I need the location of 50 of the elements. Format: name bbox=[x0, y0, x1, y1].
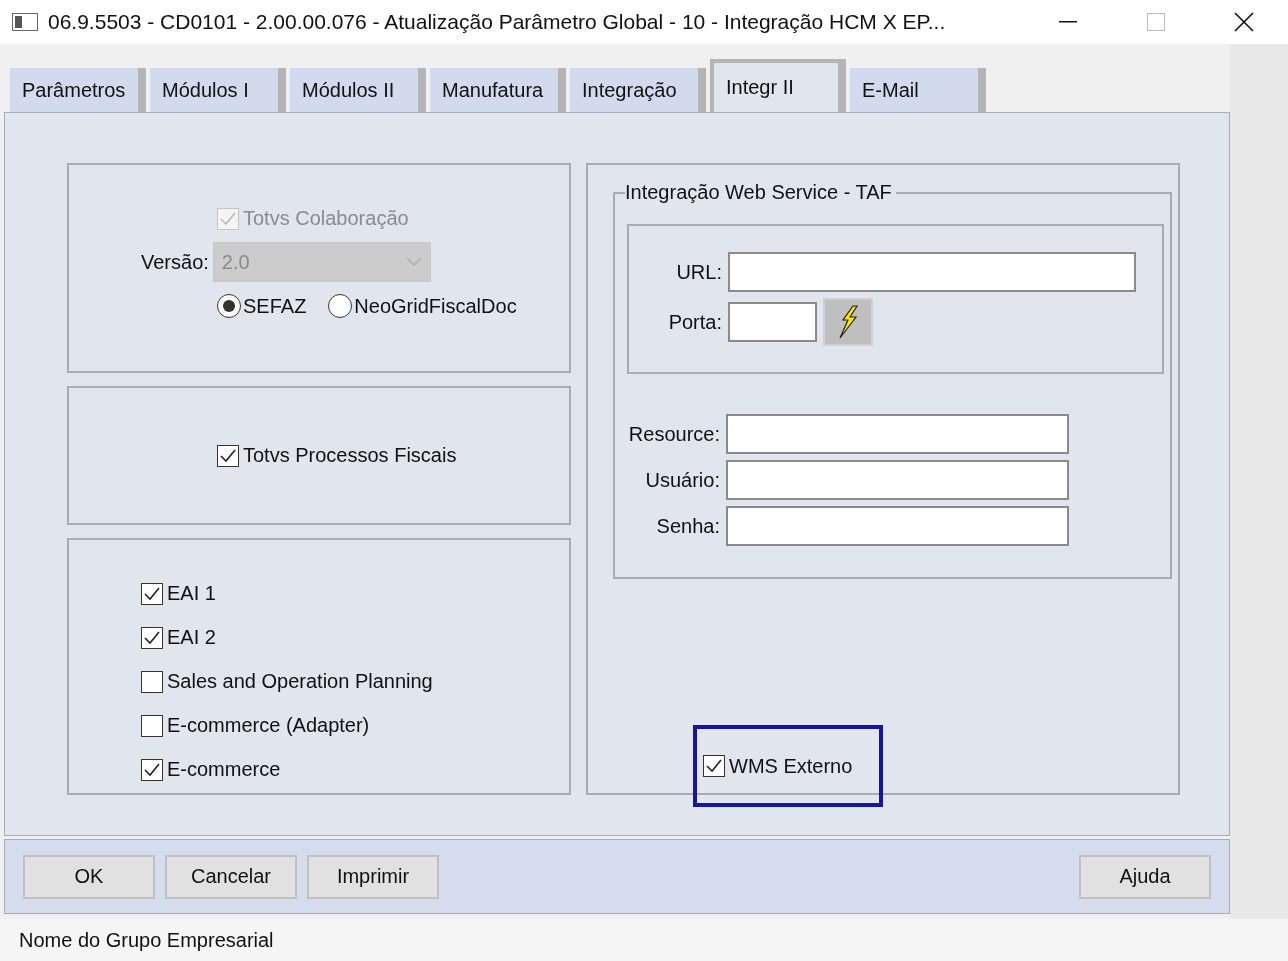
test-connection-button[interactable] bbox=[823, 298, 873, 346]
version-label: Versão: bbox=[141, 250, 209, 274]
input-field[interactable] bbox=[728, 302, 817, 342]
tab[interactable]: Módulos II bbox=[290, 68, 426, 112]
checkbox-label: E-commerce (Adapter) bbox=[167, 714, 370, 737]
status-bar: Nome do Grupo Empresarial bbox=[0, 919, 1288, 961]
tab[interactable]: Integração bbox=[570, 68, 706, 112]
input-field[interactable] bbox=[726, 414, 1069, 454]
radio-label: NeoGridFiscalDoc bbox=[354, 294, 517, 318]
field-label: Resource: bbox=[627, 422, 720, 446]
dialog-button[interactable]: Imprimir bbox=[307, 854, 439, 899]
checkbox-label: Totvs Colaboração bbox=[243, 207, 409, 230]
checkbox[interactable] bbox=[141, 626, 163, 649]
checkbox-label: EAI 1 bbox=[167, 582, 216, 605]
input-field[interactable] bbox=[726, 460, 1069, 500]
checkbox[interactable] bbox=[141, 582, 163, 605]
lightning-icon bbox=[837, 305, 859, 339]
window-title: 06.9.5503 - CD0101 - 2.00.00.076 - Atualização Parâmetro Global - 10 - Integração HCM X EP... bbox=[48, 10, 947, 34]
checkbox-label: E-commerce bbox=[167, 758, 281, 781]
field-label: Senha: bbox=[655, 514, 720, 538]
field-label: Usuário: bbox=[644, 468, 720, 492]
checkbox[interactable] bbox=[703, 755, 725, 777]
checkbox[interactable] bbox=[217, 444, 239, 467]
dialog-button[interactable]: Cancelar bbox=[165, 854, 297, 899]
minimize-icon[interactable] bbox=[1059, 21, 1077, 23]
tab[interactable]: Parâmetros bbox=[10, 68, 146, 112]
input-field[interactable] bbox=[728, 252, 1136, 292]
tab[interactable]: Integr II bbox=[710, 59, 846, 112]
field-label: URL: bbox=[675, 260, 722, 284]
input-field[interactable] bbox=[726, 506, 1069, 546]
group-title: Integração Web Service - TAF bbox=[625, 181, 893, 204]
chevron-down-icon bbox=[405, 257, 422, 267]
help-button[interactable]: Ajuda bbox=[1079, 854, 1211, 899]
checkbox[interactable] bbox=[141, 758, 163, 781]
app-icon bbox=[12, 13, 38, 31]
radio-label: SEFAZ bbox=[243, 294, 307, 318]
close-icon[interactable] bbox=[1234, 12, 1254, 32]
checkbox[interactable] bbox=[141, 714, 163, 737]
checkbox-label: WMS Externo bbox=[729, 754, 853, 778]
checkbox-label: Sales and Operation Planning bbox=[167, 670, 433, 693]
radio-button[interactable] bbox=[217, 294, 241, 318]
tab[interactable]: Manufatura bbox=[430, 68, 566, 112]
checkbox[interactable] bbox=[141, 670, 163, 693]
checkbox-label: Totvs Processos Fiscais bbox=[243, 444, 457, 467]
tab[interactable]: Módulos I bbox=[150, 68, 286, 112]
radio-button[interactable] bbox=[328, 294, 353, 318]
tab[interactable]: E-Mail bbox=[850, 68, 986, 112]
field-label: Porta: bbox=[667, 310, 722, 334]
checkbox-label: EAI 2 bbox=[167, 626, 216, 649]
dialog-button[interactable]: OK bbox=[23, 854, 155, 899]
